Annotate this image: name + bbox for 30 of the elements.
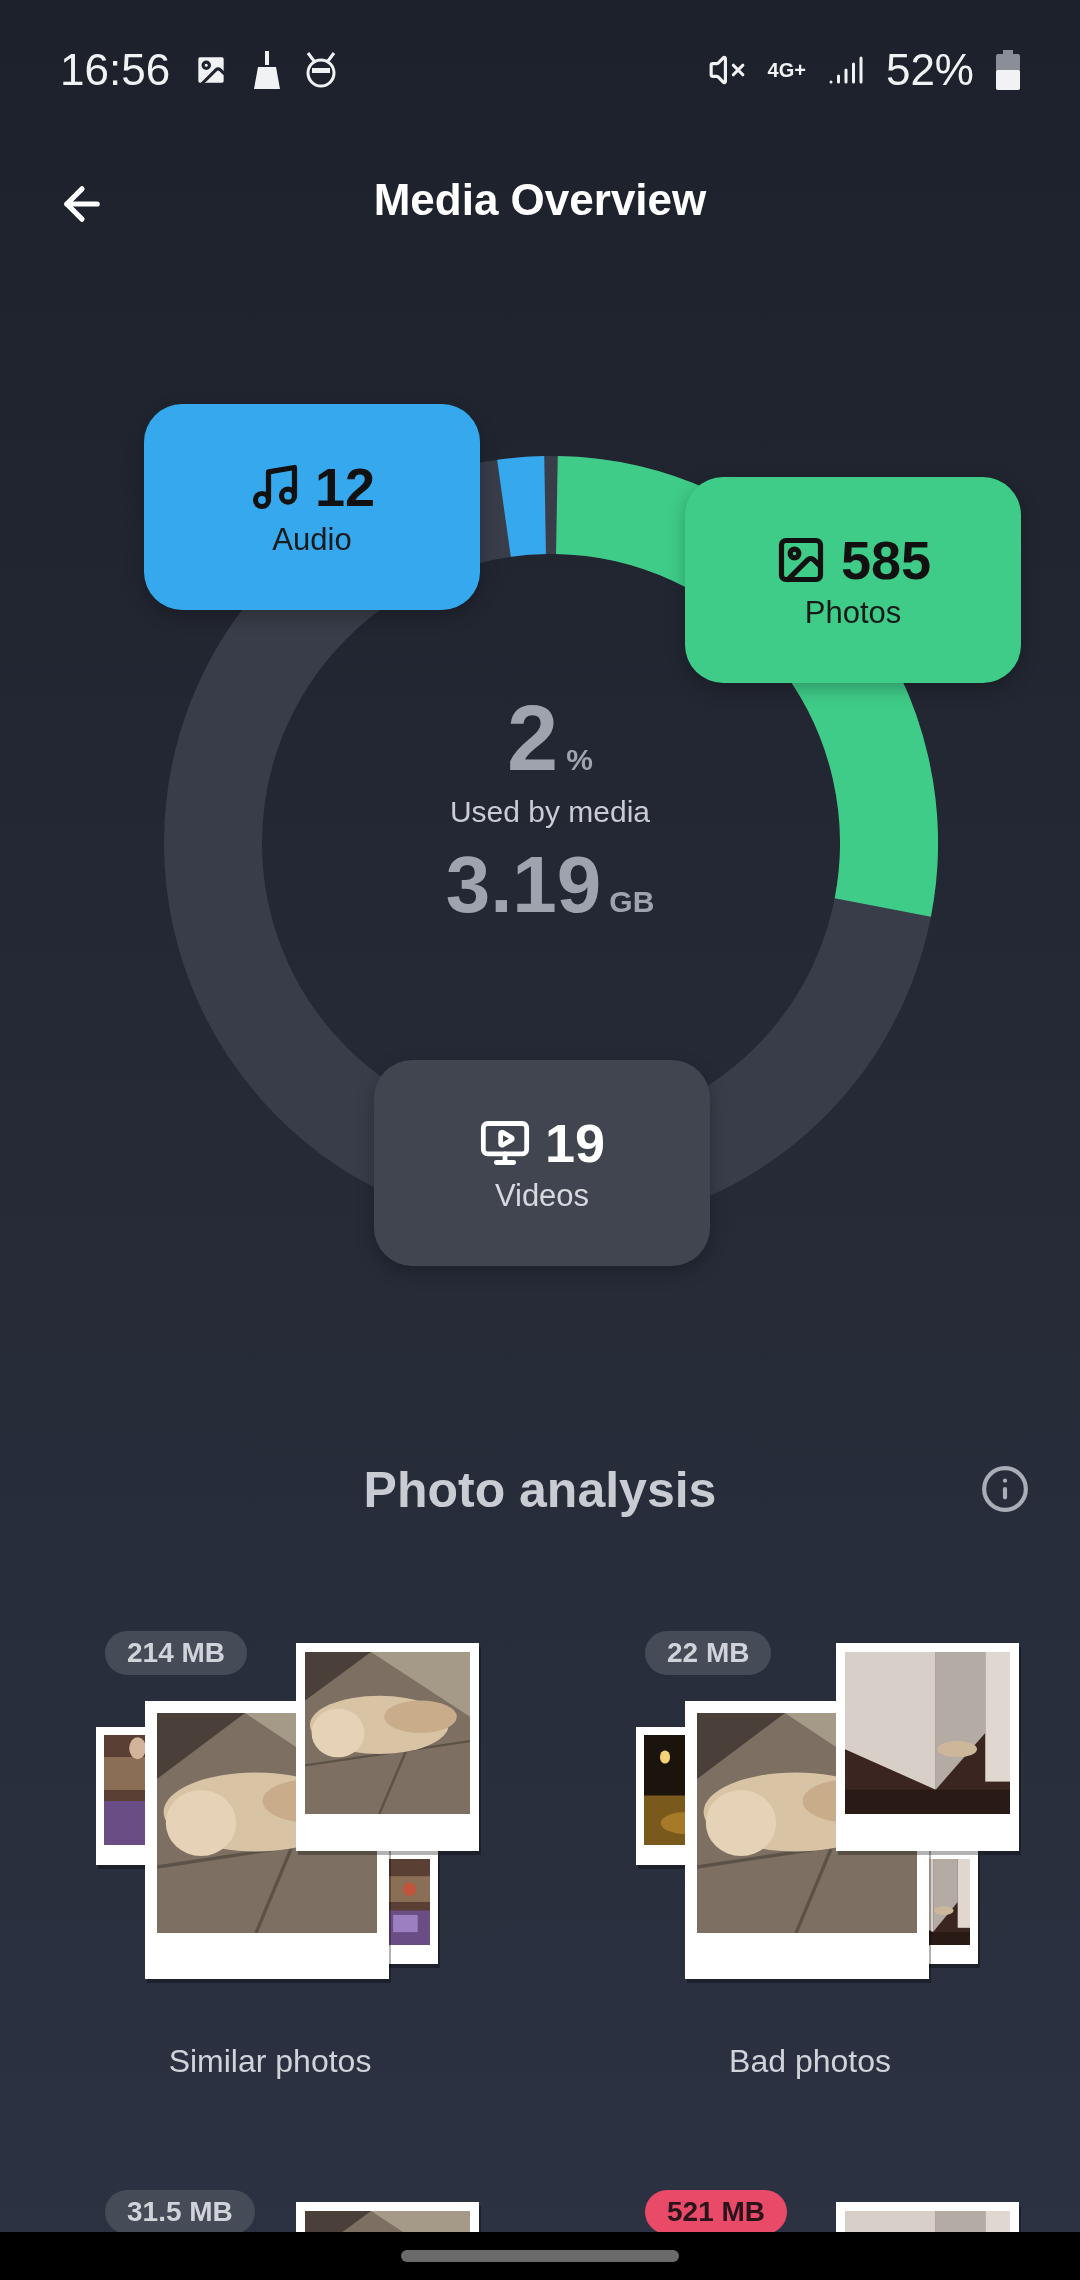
battery-level: 52% <box>885 45 974 95</box>
network-type: 4G+ <box>767 60 806 80</box>
usage-percent: 2 <box>507 690 559 787</box>
size-badge: 31.5 MB <box>105 2190 255 2232</box>
category-label: Videos <box>494 1178 590 1214</box>
size-badge: 22 MB <box>645 1631 772 1675</box>
category-count: 12 <box>314 456 376 518</box>
section-title: Photo analysis <box>363 1461 717 1519</box>
category-count: 585 <box>840 529 932 591</box>
card-label[interactable]: Similar photos <box>168 2043 372 2080</box>
category-label: Audio <box>272 522 352 558</box>
size-badge: 214 MB <box>105 1631 248 1675</box>
battery-icon <box>996 50 1020 90</box>
size-badge: 521 MB <box>645 2190 788 2232</box>
info-icon <box>980 1464 1030 1514</box>
category-count: 19 <box>544 1112 606 1174</box>
percent-unit: % <box>566 743 593 777</box>
usage-caption: Used by media <box>449 794 651 829</box>
broom-icon <box>252 51 283 89</box>
card-label[interactable]: Bad photos <box>729 2043 891 2080</box>
usage-size: 3.19 <box>445 842 602 927</box>
home-handle[interactable] <box>401 2250 679 2262</box>
clock: 16:56 <box>60 45 171 95</box>
category-card[interactable]: 585 Photos <box>685 477 1021 683</box>
screen-title: Media Overview <box>373 175 707 225</box>
category-card[interactable]: 12 Audio <box>144 404 480 610</box>
size-unit: GB <box>609 884 655 919</box>
info-button[interactable] <box>980 1464 1030 1514</box>
category-card[interactable]: 19 Videos <box>374 1060 710 1266</box>
category-label: Photos <box>804 595 902 631</box>
